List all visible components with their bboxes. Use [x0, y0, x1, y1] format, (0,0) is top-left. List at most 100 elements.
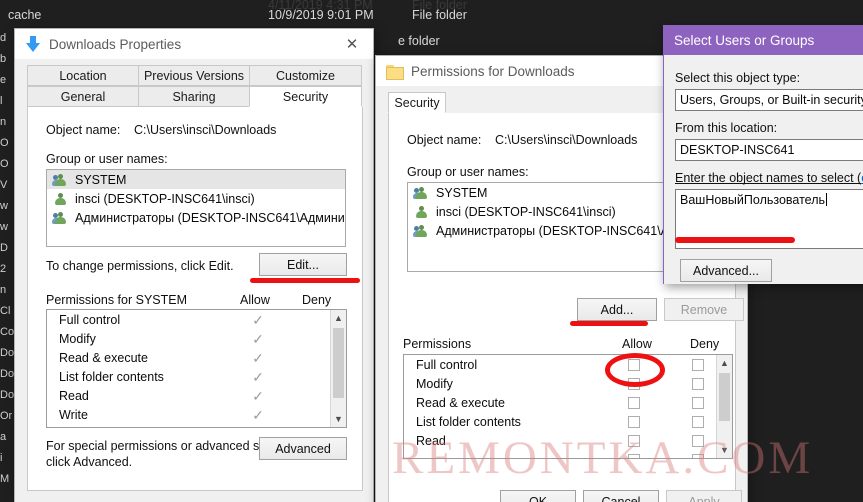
dialog-title: Permissions for Downloads: [411, 63, 575, 79]
user-icon: [414, 205, 430, 219]
deny-checkbox[interactable]: [692, 377, 704, 390]
permissions-list[interactable]: Full control ✓ Modify ✓ Read & execute ✓: [46, 309, 347, 428]
allow-checkmark: ✓: [252, 330, 264, 347]
permission-name: Write: [59, 407, 88, 422]
table-row[interactable]: Read: [404, 431, 732, 450]
list-item-label: Администраторы (DESKTOP-INSC641\Админист…: [75, 210, 346, 225]
allow-checkbox[interactable]: [628, 415, 640, 428]
remove-button: Remove: [664, 298, 744, 321]
permission-name: Read: [59, 388, 89, 403]
tab-security[interactable]: Security: [249, 86, 362, 107]
scroll-up-icon[interactable]: ▲: [717, 355, 732, 371]
allow-checkbox[interactable]: [628, 396, 640, 409]
explorer-cell-type: File folder: [412, 8, 467, 22]
deny-column-header: Deny: [302, 293, 332, 307]
group-or-user-names-label: Group or user names:: [46, 152, 168, 166]
advanced-hint-line-2: click Advanced.: [46, 455, 133, 469]
list-item[interactable]: Администраторы (DESKTOP-INSC641\Админист…: [47, 208, 345, 227]
dialog-titlebar: Downloads Properties ✕: [15, 29, 373, 59]
deny-checkbox[interactable]: [692, 358, 704, 371]
table-row[interactable]: Read & execute ✓: [47, 348, 346, 367]
tab-location[interactable]: Location: [27, 65, 139, 86]
advanced-button[interactable]: Advanced: [259, 437, 347, 460]
list-item-label: insci (DESKTOP-INSC641\insci): [75, 191, 255, 206]
downloads-properties-dialog: Downloads Properties ✕ Location Previous…: [14, 28, 374, 502]
user-icon: [53, 192, 69, 206]
red-underline-name: [675, 237, 795, 243]
table-row[interactable]: Full control ✓: [47, 310, 346, 329]
table-row[interactable]: List folder contents ✓: [47, 367, 346, 386]
scroll-up-icon[interactable]: ▲: [331, 310, 346, 326]
object-name-label: Object name:: [407, 133, 482, 147]
list-item[interactable]: insci (DESKTOP-INSC641\insci): [47, 189, 345, 208]
group-or-user-names-label: Group or user names:: [407, 165, 529, 179]
permission-name: Full control: [59, 312, 121, 327]
security-tab-panel: Object name: C:\Users\insci\Downloads Gr…: [27, 107, 363, 491]
allow-checkbox[interactable]: [628, 453, 640, 458]
allow-checkmark: ✓: [252, 349, 264, 366]
permissions-header-label: Permissions for SYSTEM: [46, 293, 188, 307]
table-row[interactable]: Read & execute: [404, 393, 732, 412]
scrollbar-thumb[interactable]: [719, 373, 730, 421]
enter-names-label-row: Enter the object names to select (exam: [675, 171, 863, 185]
tab-general[interactable]: General: [27, 86, 139, 107]
scroll-down-icon[interactable]: ▼: [331, 411, 346, 427]
add-button[interactable]: Add...: [577, 298, 657, 321]
dialog-title: Select Users or Groups: [674, 33, 815, 48]
table-row[interactable]: Full control: [404, 355, 732, 374]
tab-security[interactable]: Security: [388, 92, 446, 113]
permission-name: Modify: [416, 376, 453, 391]
scroll-down-icon[interactable]: ▼: [717, 442, 732, 458]
permission-name: List folder contents: [59, 369, 164, 384]
deny-checkbox[interactable]: [692, 396, 704, 409]
dialog-body: Location Previous Versions Customize Gen…: [15, 59, 373, 502]
deny-checkbox[interactable]: [692, 415, 704, 428]
deny-checkbox[interactable]: [692, 434, 704, 447]
group-icon: [52, 173, 69, 187]
dialog-title: Downloads Properties: [49, 36, 182, 52]
explorer-cell-type: e folder: [398, 34, 440, 48]
allow-checkmark: ✓: [252, 406, 264, 423]
enter-names-label: Enter the object names to select (: [675, 171, 862, 185]
from-location-label: From this location:: [675, 121, 778, 135]
object-type-field[interactable]: Users, Groups, or Built-in security prin…: [675, 89, 863, 111]
table-row[interactable]: Modify ✓: [47, 329, 346, 348]
table-row-partial[interactable]: [404, 450, 732, 458]
close-icon[interactable]: ✕: [331, 29, 373, 59]
tab-customize[interactable]: Customize: [249, 65, 362, 86]
table-row[interactable]: List folder contents: [404, 412, 732, 431]
table-row[interactable]: Write ✓: [47, 405, 346, 424]
explorer-left-column-clipped: d b e l n O O Vw w D 2 n Cl Co Do Do Do Or a i M: [0, 32, 14, 485]
text-caret: [826, 193, 828, 206]
allow-checkmark: ✓: [252, 311, 264, 328]
dialog-titlebar: Select Users or Groups: [664, 26, 863, 55]
explorer-cell-name: cache: [8, 8, 42, 22]
tab-row-1: Location Previous Versions Customize: [27, 65, 363, 86]
permission-name: List folder contents: [416, 414, 521, 429]
tab-previous-versions[interactable]: Previous Versions: [138, 65, 250, 86]
dialog-body: Select this object type: Users, Groups, …: [664, 55, 863, 284]
tab-sharing[interactable]: Sharing: [138, 86, 250, 107]
allow-checkbox[interactable]: [628, 434, 640, 447]
ok-button[interactable]: OK: [500, 490, 576, 502]
allow-checkmark: ✓: [252, 368, 264, 385]
table-row[interactable]: Read ✓: [47, 386, 346, 405]
permission-name: Read: [416, 433, 446, 448]
group-icon: [52, 211, 69, 225]
edit-button[interactable]: Edit...: [259, 253, 347, 276]
cancel-button[interactable]: Cancel: [583, 490, 659, 502]
folder-icon: [386, 64, 404, 80]
list-item-label: SYSTEM: [436, 185, 488, 200]
permissions-list[interactable]: Full control Modify Read & execute List …: [403, 354, 733, 459]
location-field[interactable]: DESKTOP-INSC641: [675, 139, 863, 161]
permissions-scrollbar[interactable]: ▲ ▼: [330, 310, 346, 427]
group-or-user-names-list[interactable]: SYSTEM insci (DESKTOP-INSC641\insci) Адм…: [46, 169, 346, 247]
advanced-button[interactable]: Advanced...: [680, 259, 772, 282]
table-row[interactable]: Modify: [404, 374, 732, 393]
deny-checkbox[interactable]: [692, 453, 704, 458]
edit-hint-text: To change permissions, click Edit.: [46, 259, 234, 273]
permissions-scrollbar[interactable]: ▲ ▼: [716, 355, 732, 458]
scrollbar-thumb[interactable]: [333, 328, 344, 398]
list-item[interactable]: SYSTEM: [47, 170, 345, 189]
red-underline-add: [570, 321, 648, 326]
